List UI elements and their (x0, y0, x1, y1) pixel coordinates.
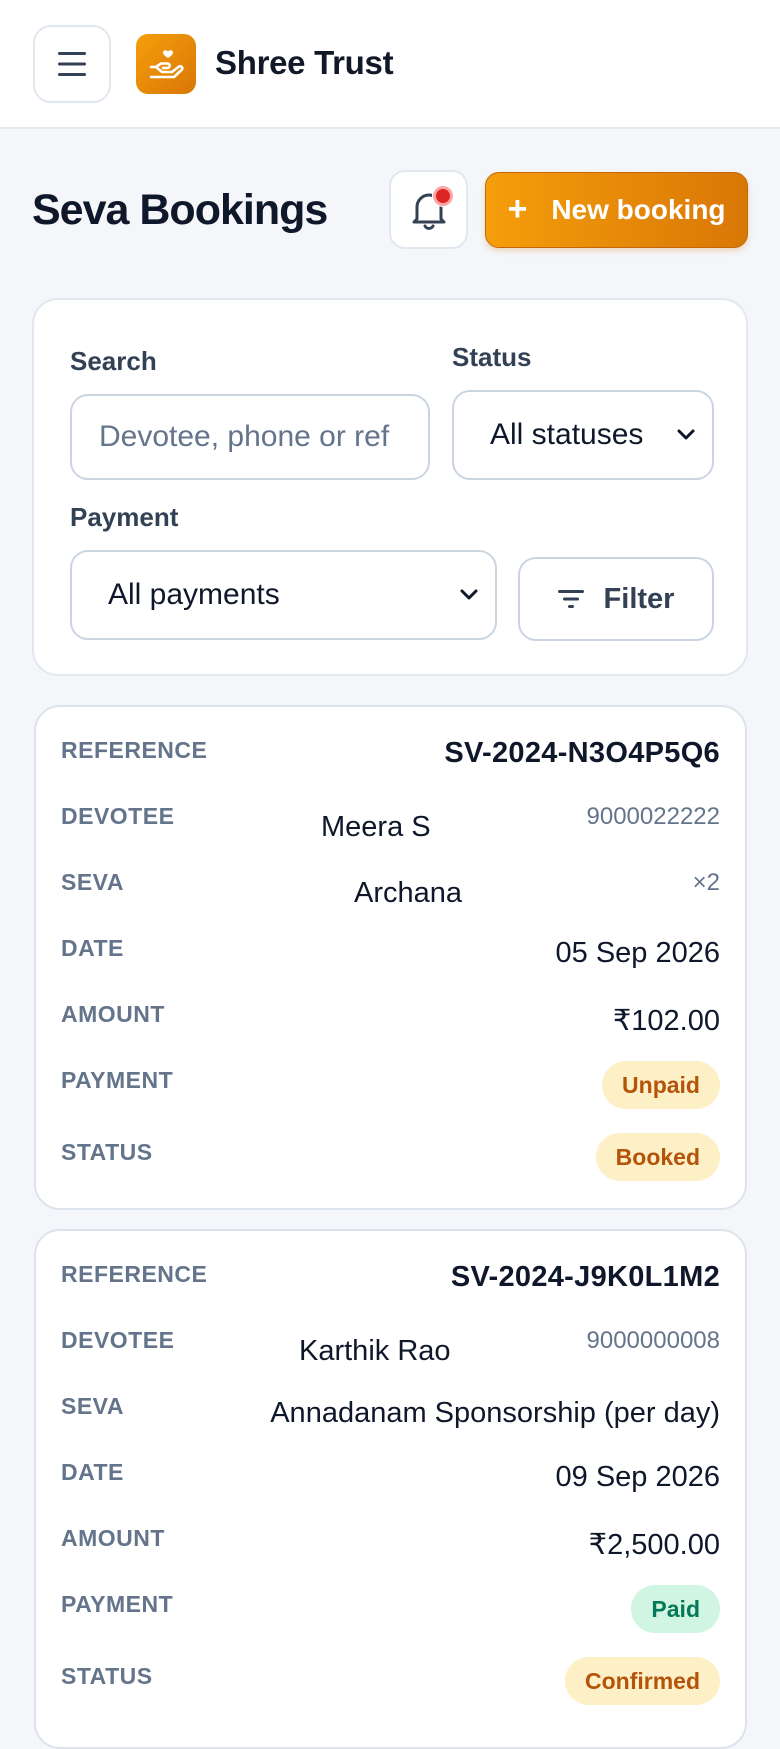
search-label: Search (70, 346, 157, 376)
booking-date: 05 Sep 2026 (555, 937, 720, 969)
booking-reference: SV-2024-N3O4P5Q6 (444, 737, 720, 769)
amount-row: AMOUNT ₹102.00 (36, 1001, 745, 1041)
booking-status-badge: Confirmed (565, 1657, 720, 1705)
payment-status-badge: Paid (631, 1585, 720, 1633)
payment-select-value: All payments (108, 578, 280, 611)
new-booking-label: New booking (551, 194, 726, 225)
date-label: DATE (61, 1459, 124, 1485)
seva-quantity: ×2 (692, 869, 720, 896)
menu-button[interactable] (33, 25, 111, 103)
notifications-button[interactable] (389, 170, 468, 249)
seva-row: SEVA Archana ×2 (36, 869, 745, 909)
date-label: DATE (61, 935, 124, 961)
status-label: Status (452, 342, 532, 372)
booking-reference: SV-2024-J9K0L1M2 (450, 1261, 720, 1293)
devotee-row: DEVOTEE Meera S 9000022222 (36, 803, 745, 843)
chevron-down-icon (460, 589, 478, 600)
hand-heart-icon (149, 50, 184, 79)
status-row: STATUS Booked (36, 1133, 745, 1181)
search-input[interactable]: Devotee, phone or ref (70, 394, 430, 480)
date-row: DATE 05 Sep 2026 (36, 935, 745, 975)
reference-label: REFERENCE (61, 1261, 208, 1287)
filter-panel: Search Devotee, phone or ref Status All … (32, 298, 748, 676)
payment-status-badge: Unpaid (602, 1061, 720, 1109)
payment-select[interactable]: All payments (70, 550, 497, 640)
booking-card[interactable]: REFERENCE SV-2024-J9K0L1M2 DEVOTEE Karth… (34, 1229, 747, 1749)
devotee-phone: 9000022222 (586, 803, 720, 830)
amount-label: AMOUNT (61, 1001, 165, 1027)
seva-label: SEVA (61, 1393, 124, 1419)
menu-icon (58, 52, 86, 76)
devotee-row: DEVOTEE Karthik Rao 9000000008 (36, 1327, 745, 1367)
status-label: STATUS (61, 1139, 153, 1165)
status-select-value: All statuses (490, 418, 644, 451)
payment-row: PAYMENT Unpaid (36, 1061, 745, 1109)
payment-label: PAYMENT (61, 1067, 174, 1093)
devotee-label: DEVOTEE (61, 1327, 175, 1353)
reference-row: REFERENCE SV-2024-N3O4P5Q6 (36, 737, 745, 777)
page-title: Seva Bookings (32, 186, 328, 234)
chevron-down-icon (677, 429, 695, 440)
top-app-bar: Shree Trust (0, 0, 780, 129)
filter-button[interactable]: Filter (518, 557, 714, 641)
status-select[interactable]: All statuses (452, 390, 714, 480)
reference-row: REFERENCE SV-2024-J9K0L1M2 (36, 1261, 745, 1301)
booking-amount: ₹2,500.00 (588, 1529, 720, 1561)
payment-label: Payment (70, 502, 179, 532)
filter-button-label: Filter (603, 582, 675, 615)
devotee-name: Meera S (321, 811, 431, 843)
status-row: STATUS Confirmed (36, 1657, 745, 1705)
seva-row: SEVA Annadanam Sponsorship (per day) (36, 1393, 745, 1433)
devotee-phone: 9000000008 (586, 1327, 720, 1354)
seva-label: SEVA (61, 869, 124, 895)
new-booking-button[interactable]: + New booking (485, 172, 748, 248)
booking-amount: ₹102.00 (612, 1005, 720, 1037)
brand-name: Shree Trust (215, 44, 394, 81)
seva-name: Archana (354, 877, 463, 909)
devotee-name: Karthik Rao (299, 1335, 451, 1367)
payment-row: PAYMENT Paid (36, 1585, 745, 1633)
notification-dot (432, 185, 454, 207)
date-row: DATE 09 Sep 2026 (36, 1459, 745, 1499)
payment-label: PAYMENT (61, 1591, 174, 1617)
plus-icon: + (507, 189, 528, 228)
filter-lines-icon (557, 590, 584, 608)
booking-date: 09 Sep 2026 (555, 1461, 720, 1493)
devotee-label: DEVOTEE (61, 803, 175, 829)
booking-status-badge: Booked (595, 1133, 720, 1181)
amount-row: AMOUNT ₹2,500.00 (36, 1525, 745, 1565)
reference-label: REFERENCE (61, 737, 208, 763)
booking-card[interactable]: REFERENCE SV-2024-N3O4P5Q6 DEVOTEE Meera… (34, 705, 747, 1210)
brand-logo (136, 34, 196, 94)
status-label: STATUS (61, 1663, 153, 1689)
seva-name: Annadanam Sponsorship (per day) (270, 1397, 720, 1429)
amount-label: AMOUNT (61, 1525, 165, 1551)
